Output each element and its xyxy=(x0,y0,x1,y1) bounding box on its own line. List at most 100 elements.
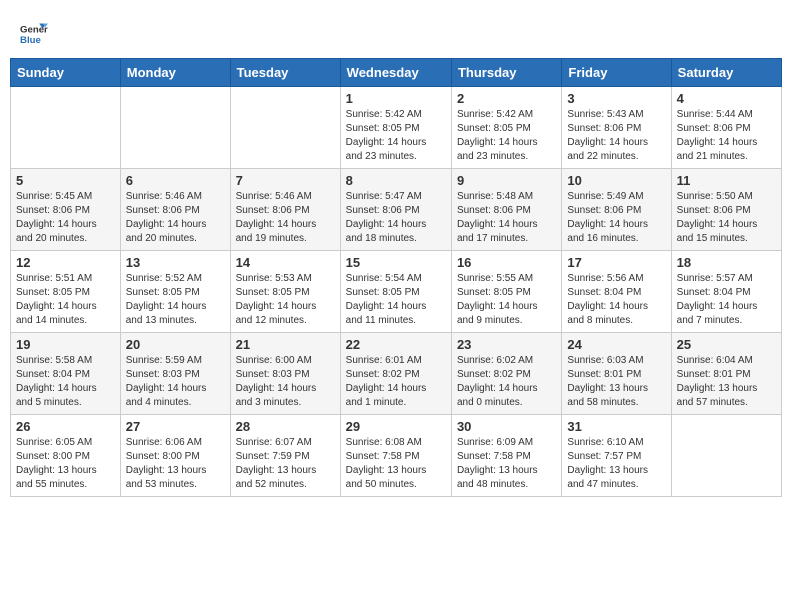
day-info: Sunrise: 6:05 AM Sunset: 8:00 PM Dayligh… xyxy=(16,436,115,492)
calendar-cell: 31 Sunrise: 6:10 AM Sunset: 7:57 PM Dayli… xyxy=(562,415,671,497)
day-info: Sunrise: 6:09 AM Sunset: 7:58 PM Dayligh… xyxy=(457,436,556,492)
weekday-header-row: SundayMondayTuesdayWednesdayThursdayFrid… xyxy=(11,59,782,87)
day-info: Sunrise: 6:10 AM Sunset: 7:57 PM Dayligh… xyxy=(567,436,665,492)
day-number: 6 xyxy=(126,173,225,188)
day-number: 21 xyxy=(236,337,335,352)
day-info: Sunrise: 5:48 AM Sunset: 8:06 PM Dayligh… xyxy=(457,190,556,246)
page-header: General Blue xyxy=(10,10,782,54)
day-info: Sunrise: 5:49 AM Sunset: 8:06 PM Dayligh… xyxy=(567,190,665,246)
day-info: Sunrise: 5:44 AM Sunset: 8:06 PM Dayligh… xyxy=(677,108,776,164)
calendar-cell: 10 Sunrise: 5:49 AM Sunset: 8:06 PM Dayli… xyxy=(562,169,671,251)
calendar-cell: 20 Sunrise: 5:59 AM Sunset: 8:03 PM Dayli… xyxy=(120,333,230,415)
calendar-cell: 11 Sunrise: 5:50 AM Sunset: 8:06 PM Dayli… xyxy=(671,169,781,251)
day-info: Sunrise: 5:42 AM Sunset: 8:05 PM Dayligh… xyxy=(346,108,446,164)
day-number: 11 xyxy=(677,173,776,188)
calendar-cell xyxy=(11,87,121,169)
day-info: Sunrise: 6:06 AM Sunset: 8:00 PM Dayligh… xyxy=(126,436,225,492)
weekday-header-friday: Friday xyxy=(562,59,671,87)
day-number: 27 xyxy=(126,419,225,434)
calendar-cell: 16 Sunrise: 5:55 AM Sunset: 8:05 PM Dayli… xyxy=(451,251,561,333)
day-number: 9 xyxy=(457,173,556,188)
day-number: 2 xyxy=(457,91,556,106)
day-number: 31 xyxy=(567,419,665,434)
day-number: 13 xyxy=(126,255,225,270)
calendar-cell: 18 Sunrise: 5:57 AM Sunset: 8:04 PM Dayli… xyxy=(671,251,781,333)
calendar-cell: 26Sunrise: 6:05 AM Sunset: 8:00 PM Dayli… xyxy=(11,415,121,497)
calendar-week-row: 19 Sunrise: 5:58 AM Sunset: 8:04 PM Dayli… xyxy=(11,333,782,415)
calendar-cell: 3 Sunrise: 5:43 AM Sunset: 8:06 PM Daylig… xyxy=(562,87,671,169)
calendar-cell: 5Sunrise: 5:45 AM Sunset: 8:06 PM Daylig… xyxy=(11,169,121,251)
weekday-header-wednesday: Wednesday xyxy=(340,59,451,87)
calendar-cell: 15 Sunrise: 5:54 AM Sunset: 8:05 PM Dayli… xyxy=(340,251,451,333)
calendar-cell: 6Sunrise: 5:46 AM Sunset: 8:06 PM Daylig… xyxy=(120,169,230,251)
calendar-cell: 19 Sunrise: 5:58 AM Sunset: 8:04 PM Dayli… xyxy=(11,333,121,415)
day-number: 28 xyxy=(236,419,335,434)
calendar-cell: 25 Sunrise: 6:04 AM Sunset: 8:01 PM Dayli… xyxy=(671,333,781,415)
calendar-week-row: 5Sunrise: 5:45 AM Sunset: 8:06 PM Daylig… xyxy=(11,169,782,251)
calendar-cell: 23 Sunrise: 6:02 AM Sunset: 8:02 PM Dayli… xyxy=(451,333,561,415)
weekday-header-tuesday: Tuesday xyxy=(230,59,340,87)
day-info: Sunrise: 5:52 AM Sunset: 8:05 PM Dayligh… xyxy=(126,272,225,328)
day-info: Sunrise: 5:55 AM Sunset: 8:05 PM Dayligh… xyxy=(457,272,556,328)
day-number: 22 xyxy=(346,337,446,352)
day-info: Sunrise: 6:07 AM Sunset: 7:59 PM Dayligh… xyxy=(236,436,335,492)
day-info: Sunrise: 5:59 AM Sunset: 8:03 PM Dayligh… xyxy=(126,354,225,410)
calendar-cell xyxy=(120,87,230,169)
day-info: Sunrise: 5:54 AM Sunset: 8:05 PM Dayligh… xyxy=(346,272,446,328)
day-info: Sunrise: 5:58 AM Sunset: 8:04 PM Dayligh… xyxy=(16,354,115,410)
day-info: Sunrise: 5:56 AM Sunset: 8:04 PM Dayligh… xyxy=(567,272,665,328)
calendar-cell: 8 Sunrise: 5:47 AM Sunset: 8:06 PM Daylig… xyxy=(340,169,451,251)
day-number: 17 xyxy=(567,255,665,270)
day-info: Sunrise: 6:01 AM Sunset: 8:02 PM Dayligh… xyxy=(346,354,446,410)
day-info: Sunrise: 5:42 AM Sunset: 8:05 PM Dayligh… xyxy=(457,108,556,164)
day-info: Sunrise: 6:08 AM Sunset: 7:58 PM Dayligh… xyxy=(346,436,446,492)
calendar-week-row: 12 Sunrise: 5:51 AM Sunset: 8:05 PM Dayli… xyxy=(11,251,782,333)
day-number: 8 xyxy=(346,173,446,188)
calendar-cell: 22 Sunrise: 6:01 AM Sunset: 8:02 PM Dayli… xyxy=(340,333,451,415)
day-info: Sunrise: 6:04 AM Sunset: 8:01 PM Dayligh… xyxy=(677,354,776,410)
day-info: Sunrise: 5:46 AM Sunset: 8:06 PM Dayligh… xyxy=(236,190,335,246)
day-number: 12 xyxy=(16,255,115,270)
day-info: Sunrise: 6:03 AM Sunset: 8:01 PM Dayligh… xyxy=(567,354,665,410)
day-number: 4 xyxy=(677,91,776,106)
day-number: 1 xyxy=(346,91,446,106)
day-info: Sunrise: 5:43 AM Sunset: 8:06 PM Dayligh… xyxy=(567,108,665,164)
day-info: Sunrise: 5:57 AM Sunset: 8:04 PM Dayligh… xyxy=(677,272,776,328)
day-number: 23 xyxy=(457,337,556,352)
weekday-header-monday: Monday xyxy=(120,59,230,87)
day-info: Sunrise: 5:47 AM Sunset: 8:06 PM Dayligh… xyxy=(346,190,446,246)
calendar-table: SundayMondayTuesdayWednesdayThursdayFrid… xyxy=(10,58,782,497)
day-info: Sunrise: 5:50 AM Sunset: 8:06 PM Dayligh… xyxy=(677,190,776,246)
day-number: 7 xyxy=(236,173,335,188)
day-number: 14 xyxy=(236,255,335,270)
day-info: Sunrise: 5:51 AM Sunset: 8:05 PM Dayligh… xyxy=(16,272,115,328)
day-number: 25 xyxy=(677,337,776,352)
calendar-cell: 21Sunrise: 6:00 AM Sunset: 8:03 PM Dayli… xyxy=(230,333,340,415)
day-number: 3 xyxy=(567,91,665,106)
day-number: 15 xyxy=(346,255,446,270)
day-info: Sunrise: 5:53 AM Sunset: 8:05 PM Dayligh… xyxy=(236,272,335,328)
calendar-cell: 28 Sunrise: 6:07 AM Sunset: 7:59 PM Dayli… xyxy=(230,415,340,497)
day-number: 29 xyxy=(346,419,446,434)
calendar-cell: 1 Sunrise: 5:42 AM Sunset: 8:05 PM Daylig… xyxy=(340,87,451,169)
calendar-cell: 13 Sunrise: 5:52 AM Sunset: 8:05 PM Dayli… xyxy=(120,251,230,333)
calendar-cell: 27 Sunrise: 6:06 AM Sunset: 8:00 PM Dayli… xyxy=(120,415,230,497)
day-number: 19 xyxy=(16,337,115,352)
day-number: 24 xyxy=(567,337,665,352)
svg-text:Blue: Blue xyxy=(20,35,41,46)
day-number: 30 xyxy=(457,419,556,434)
logo-icon: General Blue xyxy=(20,20,48,48)
day-number: 18 xyxy=(677,255,776,270)
day-number: 20 xyxy=(126,337,225,352)
calendar-cell xyxy=(230,87,340,169)
day-number: 16 xyxy=(457,255,556,270)
calendar-cell: 30 Sunrise: 6:09 AM Sunset: 7:58 PM Dayli… xyxy=(451,415,561,497)
day-number: 10 xyxy=(567,173,665,188)
weekday-header-thursday: Thursday xyxy=(451,59,561,87)
calendar-cell: 12 Sunrise: 5:51 AM Sunset: 8:05 PM Dayli… xyxy=(11,251,121,333)
calendar-cell xyxy=(671,415,781,497)
calendar-cell: 24 Sunrise: 6:03 AM Sunset: 8:01 PM Dayli… xyxy=(562,333,671,415)
calendar-cell: 14 Sunrise: 5:53 AM Sunset: 8:05 PM Dayli… xyxy=(230,251,340,333)
day-info: Sunrise: 6:02 AM Sunset: 8:02 PM Dayligh… xyxy=(457,354,556,410)
calendar-cell: 2 Sunrise: 5:42 AM Sunset: 8:05 PM Daylig… xyxy=(451,87,561,169)
